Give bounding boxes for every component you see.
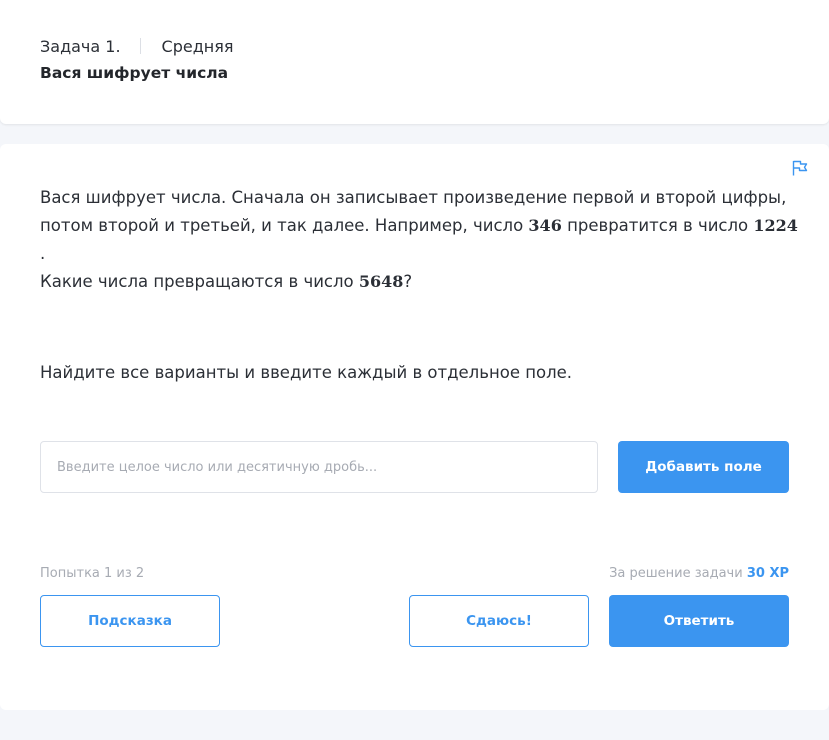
attempt-counter: Попытка 1 из 2 [40,566,145,581]
task-header-card: Задача 1. Средняя Вася шифрует числа [0,0,829,124]
instruction-text: Найдите все варианты и введите каждый в … [40,363,573,382]
problem-statement: Вася шифрует числа. Сначала он записывае… [40,184,800,296]
task-number: Задача 1. [40,36,121,56]
question-text: Какие числа превращаются в число [40,272,359,291]
target-number: 5648 [358,272,404,291]
task-meta: Задача 1. Средняя [40,35,234,57]
question-mark: ? [403,272,413,291]
submit-answer-button[interactable]: Ответить [609,595,789,647]
difficulty-label: Средняя [161,36,234,56]
hint-button[interactable]: Подсказка [40,595,220,647]
reward-xp: 30 XP [746,566,789,581]
meta-divider [139,38,141,54]
task-body-card: Вася шифрует числа. Сначала он записывае… [0,144,829,710]
answer-input[interactable] [40,441,598,493]
give-up-button[interactable]: Сдаюсь! [409,595,589,647]
flag-icon[interactable] [791,159,809,177]
statement-period: . [40,244,46,263]
add-field-button[interactable]: Добавить поле [618,441,789,493]
example-output-number: 1224 [753,216,798,235]
reward-label: За решение задачи [609,566,747,581]
example-input-number: 346 [528,216,562,235]
reward-info: За решение задачи 30 XP [609,566,789,581]
task-title: Вася шифрует числа [40,64,229,82]
statement-text: превратится в число [561,216,754,235]
